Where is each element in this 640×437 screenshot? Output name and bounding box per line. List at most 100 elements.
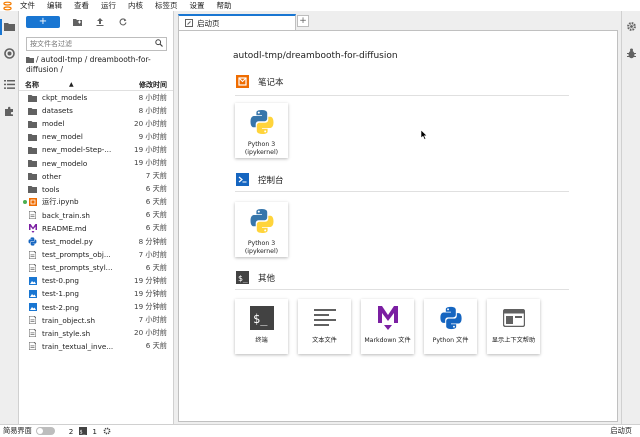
- file-row[interactable]: README.md 6 天前: [19, 222, 173, 235]
- tab-launcher[interactable]: 启动页: [178, 14, 296, 30]
- file-row[interactable]: other 7 天前: [19, 170, 173, 183]
- python-file-icon: [28, 237, 37, 246]
- file-row[interactable]: 运行.ipynb 6 天前: [19, 196, 173, 209]
- file-filter-input[interactable]: [30, 40, 140, 48]
- add-tab-button[interactable]: +: [297, 15, 309, 27]
- section-divider: [235, 95, 569, 96]
- file-name: test_model.py: [42, 237, 93, 247]
- python-logo-icon: [248, 207, 276, 235]
- notebook-section-icon: [235, 75, 249, 88]
- simple-mode-toggle[interactable]: [35, 427, 55, 435]
- file-row[interactable]: datasets 8 小时前: [19, 104, 173, 117]
- file-row[interactable]: new_model 9 小时前: [19, 130, 173, 143]
- markdown-icon: [28, 223, 37, 233]
- markdown-icon: [374, 304, 402, 332]
- file-row[interactable]: test-2.png 19 分钟前: [19, 301, 173, 314]
- row-spacer: [23, 148, 27, 152]
- image-file-icon: [28, 303, 37, 312]
- file-modified: 19 小时前: [134, 158, 167, 168]
- file-name: model: [42, 119, 65, 129]
- menu-help[interactable]: 帮助: [211, 0, 238, 11]
- running-indicator-dot: [23, 200, 27, 205]
- python-file-card[interactable]: Python 文件: [424, 299, 477, 354]
- launcher-cwd: autodl-tmp/dreambooth-for-diffusion: [233, 51, 398, 61]
- text-file-icon: [28, 250, 37, 259]
- folder-icon: [28, 145, 37, 154]
- file-modified: 7 天前: [145, 171, 167, 181]
- running-sessions-icon[interactable]: [4, 48, 15, 59]
- property-inspector-gear-icon[interactable]: [626, 21, 637, 32]
- notebook-python3-card[interactable]: Python 3 (ipykernel): [235, 103, 288, 158]
- file-name: test-0.png: [42, 276, 79, 286]
- row-spacer: [23, 109, 27, 113]
- file-row[interactable]: test_model.py 8 分钟前: [19, 235, 173, 248]
- section-divider: [235, 289, 569, 290]
- context-help-card[interactable]: 显示上下文帮助: [487, 299, 540, 354]
- section-console: 控制台: [235, 173, 284, 186]
- file-row[interactable]: new_model-Step-... 19 小时前: [19, 143, 173, 156]
- row-spacer: [23, 96, 27, 100]
- breadcrumb[interactable]: / autodl-tmp / dreambooth-for-diffusion …: [19, 51, 173, 79]
- menu-run[interactable]: 运行: [95, 0, 122, 11]
- upload-icon[interactable]: [94, 16, 106, 28]
- notebook-icon: [28, 198, 37, 207]
- row-spacer: [23, 226, 27, 230]
- file-row[interactable]: train_style.sh 20 小时前: [19, 327, 173, 340]
- file-row[interactable]: test-0.png 19 分钟前: [19, 274, 173, 287]
- extensions-puzzle-icon[interactable]: [4, 106, 15, 117]
- left-activity-bar: [0, 11, 19, 424]
- file-row[interactable]: ckpt_models 8 小时前: [19, 91, 173, 104]
- file-browser-panel: + / autodl-tmp / dreambooth-for-diffusio…: [19, 11, 174, 424]
- file-modified: 6 天前: [145, 341, 167, 351]
- section-title: 笔记本: [258, 77, 284, 88]
- file-row[interactable]: model 20 小时前: [19, 117, 173, 130]
- table-of-contents-icon[interactable]: [4, 79, 15, 90]
- file-row[interactable]: back_train.sh 6 天前: [19, 209, 173, 222]
- terminal-card[interactable]: $_ 终端: [235, 299, 288, 354]
- console-python3-card[interactable]: Python 3 (ipykernel): [235, 202, 288, 257]
- file-row[interactable]: test-1.png 19 分钟前: [19, 287, 173, 300]
- file-row[interactable]: test_prompts_styl... 6 天前: [19, 261, 173, 274]
- file-row[interactable]: train_textual_inve... 6 天前: [19, 340, 173, 353]
- column-modified[interactable]: 修改时间: [133, 80, 167, 90]
- file-modified: 19 分钟前: [134, 288, 167, 298]
- file-filter-box: [26, 37, 167, 51]
- folder-icon: [28, 159, 37, 168]
- row-spacer: [23, 161, 27, 165]
- row-spacer: [23, 174, 27, 178]
- menu-edit[interactable]: 编辑: [41, 0, 68, 11]
- terminals-count: 2: [68, 426, 74, 436]
- card-label: 显示上下文帮助: [491, 337, 536, 344]
- new-folder-icon[interactable]: [71, 16, 83, 28]
- column-name[interactable]: 名称: [25, 80, 39, 90]
- row-spacer: [23, 253, 27, 257]
- new-launcher-button[interactable]: +: [26, 16, 60, 28]
- menu-kernel[interactable]: 内核: [122, 0, 149, 11]
- file-modified: 19 分钟前: [134, 302, 167, 312]
- file-modified: 8 小时前: [138, 92, 167, 102]
- text-file-icon: [28, 342, 37, 351]
- file-row[interactable]: new_modelo 19 小时前: [19, 156, 173, 169]
- folder-icon[interactable]: [4, 21, 15, 32]
- folder-icon: [28, 93, 37, 102]
- main-dock-area: 启动页 + autodl-tmp/dreambooth-for-diffusio…: [175, 11, 621, 424]
- file-row[interactable]: test_prompts_obj... 7 小时前: [19, 248, 173, 261]
- menu-settings[interactable]: 设置: [184, 0, 211, 11]
- card-label: 文本文件: [312, 337, 337, 344]
- file-row[interactable]: train_object.sh 7 小时前: [19, 314, 173, 327]
- menu-tabs[interactable]: 标签页: [149, 0, 184, 11]
- refresh-icon[interactable]: [117, 16, 129, 28]
- debugger-bug-icon[interactable]: [626, 48, 637, 59]
- section-divider: [235, 191, 569, 192]
- kernels-count: 1: [92, 426, 97, 436]
- jupyter-logo-icon: [0, 0, 14, 11]
- file-row[interactable]: tools 6 天前: [19, 183, 173, 196]
- terminals-status[interactable]: 2 $_ 1: [69, 427, 111, 436]
- sort-ascending-icon: ▲: [69, 81, 74, 88]
- breadcrumb-path[interactable]: / autodl-tmp / dreambooth-for-diffusion …: [26, 55, 151, 74]
- text-file-card[interactable]: 文本文件: [298, 299, 351, 354]
- markdown-file-card[interactable]: Markdown 文件: [361, 299, 414, 354]
- card-label: 终端: [255, 337, 268, 344]
- menu-file[interactable]: 文件: [14, 0, 41, 11]
- menu-view[interactable]: 查看: [68, 0, 95, 11]
